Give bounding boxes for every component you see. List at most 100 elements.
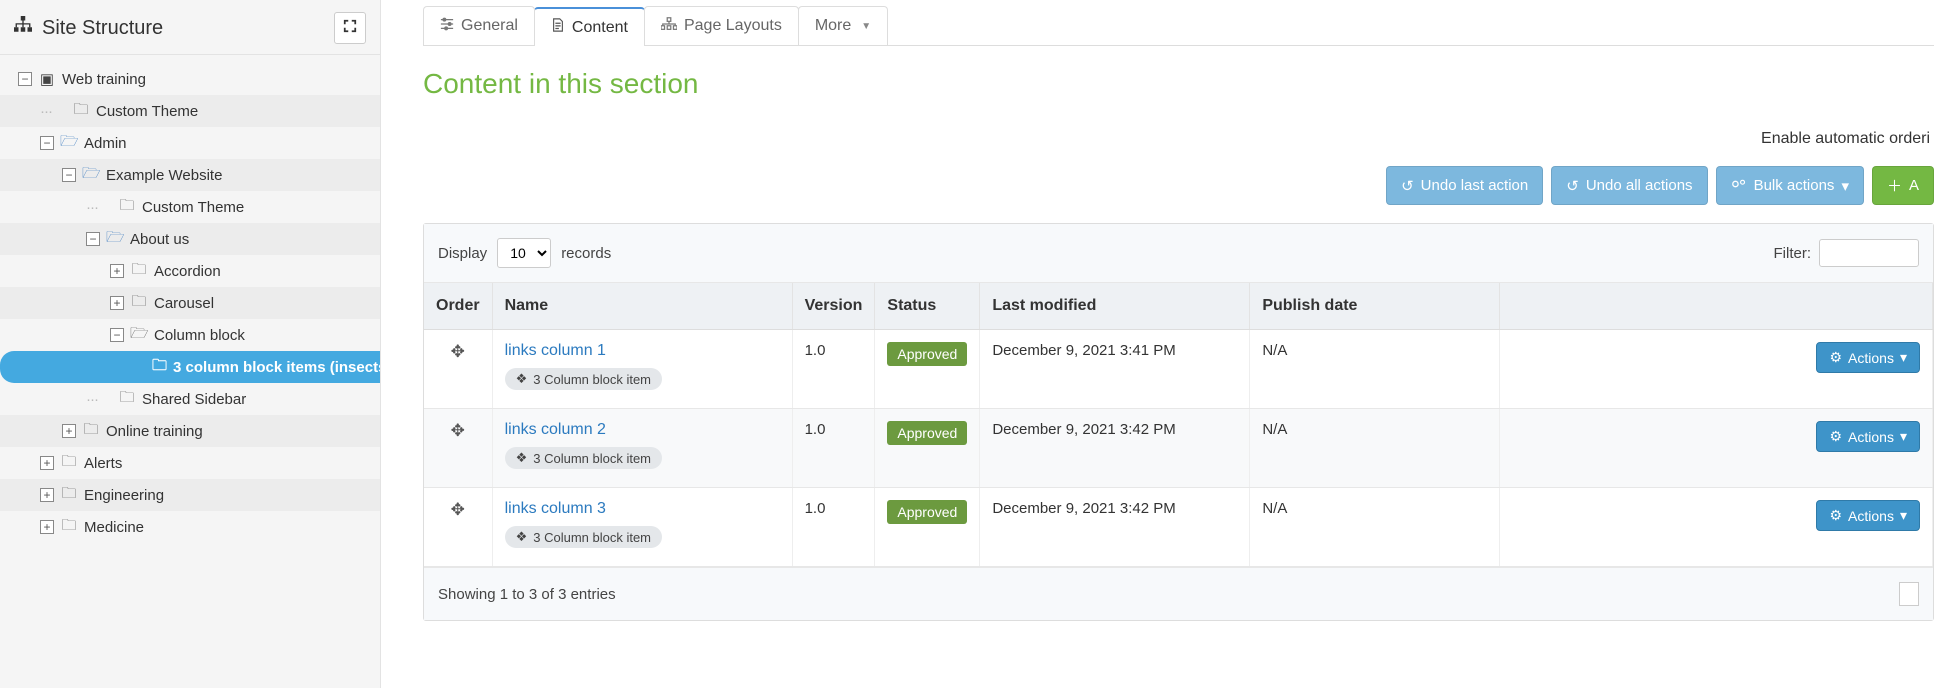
tree-node-custom-theme[interactable]: ··· 🗀 Custom Theme: [0, 95, 380, 127]
tree-label: Admin: [84, 135, 127, 152]
tab-content[interactable]: Content: [534, 7, 645, 46]
content-type-pill: ❖ 3 Column block item: [505, 447, 662, 469]
tree-label: 3 column block items (insects: [173, 359, 380, 376]
tree-label: Engineering: [84, 487, 164, 504]
collapse-icon[interactable]: −: [62, 168, 76, 182]
expand-icon[interactable]: +: [110, 296, 124, 310]
tree-node-alerts[interactable]: + 🗀 Alerts: [0, 447, 380, 479]
filter-input[interactable]: [1819, 239, 1919, 267]
content-type-pill: ❖ 3 Column block item: [505, 368, 662, 390]
tab-more[interactable]: More ▼: [798, 6, 888, 45]
tree: − ▣ Web training ··· 🗀 Custom Theme − 🗁 …: [0, 55, 380, 688]
tree-node-custom-theme-2[interactable]: ··· 🗀 Custom Theme: [0, 191, 380, 223]
move-icon[interactable]: ✥: [451, 500, 465, 519]
tree-node-engineering[interactable]: + 🗀 Engineering: [0, 479, 380, 511]
tree-node-admin[interactable]: − 🗁 Admin: [0, 127, 380, 159]
publish-date-cell: N/A: [1250, 488, 1500, 567]
content-table-wrap: Display 10 records Filter: Order Name Ve…: [423, 223, 1934, 621]
content-name-link[interactable]: links column 2: [505, 421, 780, 439]
col-version[interactable]: Version: [792, 283, 875, 330]
folder-solid-icon: 🗀: [82, 419, 100, 444]
table-footer: Showing 1 to 3 of 3 entries: [424, 567, 1933, 620]
main-panel: General Content Page Layouts More ▼ Cont…: [381, 0, 1934, 688]
gear-icon: ⚙: [1829, 428, 1842, 445]
folder-icon: 🗀: [152, 355, 167, 380]
tree-node-accordion[interactable]: + 🗀 Accordion: [0, 255, 380, 287]
actions-label: Actions: [1848, 350, 1894, 366]
row-actions-button[interactable]: ⚙ Actions ▾: [1816, 500, 1920, 531]
move-icon[interactable]: ✥: [451, 421, 465, 440]
expand-icon[interactable]: +: [110, 264, 124, 278]
last-modified-cell: December 9, 2021 3:42 PM: [980, 409, 1250, 488]
filter-label: Filter:: [1774, 245, 1812, 262]
content-type-label: 3 Column block item: [533, 530, 651, 545]
expand-icon[interactable]: +: [62, 424, 76, 438]
sidebar: Site Structure − ▣ Web training ··· 🗀: [0, 0, 381, 688]
tab-label: More: [815, 17, 851, 35]
publish-date-cell: N/A: [1250, 330, 1500, 409]
folder-open-icon: 🗁: [106, 227, 124, 252]
content-type-label: 3 Column block item: [533, 372, 651, 387]
undo-icon: ↺: [1401, 177, 1414, 195]
version-cell: 1.0: [792, 409, 875, 488]
pager[interactable]: [1899, 582, 1919, 606]
expand-tree-button[interactable]: [334, 12, 366, 44]
row-actions-button[interactable]: ⚙ Actions ▾: [1816, 421, 1920, 452]
col-order[interactable]: Order: [424, 283, 492, 330]
tab-page-layouts[interactable]: Page Layouts: [644, 6, 799, 45]
caret-down-icon: ▾: [1841, 177, 1849, 195]
undo-last-action-button[interactable]: ↺ Undo last action: [1386, 166, 1543, 205]
folder-outline-icon: 🗁: [130, 323, 148, 348]
tree-node-online-training[interactable]: + 🗀 Online training: [0, 415, 380, 447]
tree-node-3-column-block-items[interactable]: 🗀 3 column block items (insects: [0, 351, 380, 383]
col-last-modified[interactable]: Last modified: [980, 283, 1250, 330]
collapse-icon[interactable]: −: [40, 136, 54, 150]
move-icon[interactable]: ✥: [451, 342, 465, 361]
tab-general[interactable]: General: [423, 6, 535, 45]
folder-icon: 🗀: [72, 99, 90, 124]
collapse-icon[interactable]: −: [18, 72, 32, 86]
folder-solid-icon: 🗀: [60, 483, 78, 508]
content-type-label: 3 Column block item: [533, 451, 651, 466]
collapse-icon[interactable]: −: [86, 232, 100, 246]
row-actions-button[interactable]: ⚙ Actions ▾: [1816, 342, 1920, 373]
gear-icon: ⚙: [1829, 507, 1842, 524]
col-publish-date[interactable]: Publish date: [1250, 283, 1500, 330]
content-name-link[interactable]: links column 3: [505, 500, 780, 518]
action-button-row: ↺ Undo last action ↺ Undo all actions Bu…: [1386, 166, 1934, 205]
col-status[interactable]: Status: [875, 283, 980, 330]
table-toolbar: Display 10 records Filter:: [424, 224, 1933, 283]
records-select[interactable]: 10: [497, 238, 551, 268]
caret-down-icon: ▾: [1900, 349, 1907, 366]
sidebar-header: Site Structure: [0, 0, 380, 55]
undo-all-actions-button[interactable]: ↺ Undo all actions: [1551, 166, 1707, 205]
cubes-icon: ❖: [516, 529, 528, 545]
add-button[interactable]: ＋ A: [1872, 166, 1934, 205]
folder-icon: 🗀: [60, 451, 78, 476]
site-icon: ▣: [38, 70, 56, 88]
tree-node-web-training[interactable]: − ▣ Web training: [0, 63, 380, 95]
tree-node-example-website[interactable]: − 🗁 Example Website: [0, 159, 380, 191]
tree-node-carousel[interactable]: + 🗀 Carousel: [0, 287, 380, 319]
tree-label: Example Website: [106, 167, 222, 184]
collapse-icon[interactable]: −: [110, 328, 124, 342]
tree-node-about-us[interactable]: − 🗁 About us: [0, 223, 380, 255]
folder-solid-icon: 🗀: [60, 515, 78, 540]
expand-icon[interactable]: +: [40, 520, 54, 534]
site-structure-title: Site Structure: [14, 16, 334, 40]
section-title: Content in this section: [423, 68, 1934, 100]
plus-icon: ＋: [1887, 175, 1902, 196]
site-structure-label: Site Structure: [42, 17, 163, 40]
content-name-link[interactable]: links column 1: [505, 342, 780, 360]
caret-down-icon: ▾: [1900, 507, 1907, 524]
tree-label: Alerts: [84, 455, 122, 472]
tree-node-column-block[interactable]: − 🗁 Column block: [0, 319, 380, 351]
tree-node-shared-sidebar[interactable]: ··· 🗀 Shared Sidebar: [0, 383, 380, 415]
bulk-actions-button[interactable]: Bulk actions ▾: [1716, 166, 1864, 205]
col-name[interactable]: Name: [492, 283, 792, 330]
expand-icon[interactable]: +: [40, 488, 54, 502]
tree-node-medicine[interactable]: + 🗀 Medicine: [0, 511, 380, 543]
tree-label: Custom Theme: [142, 199, 244, 216]
expand-icon[interactable]: +: [40, 456, 54, 470]
tree-label: Carousel: [154, 295, 214, 312]
